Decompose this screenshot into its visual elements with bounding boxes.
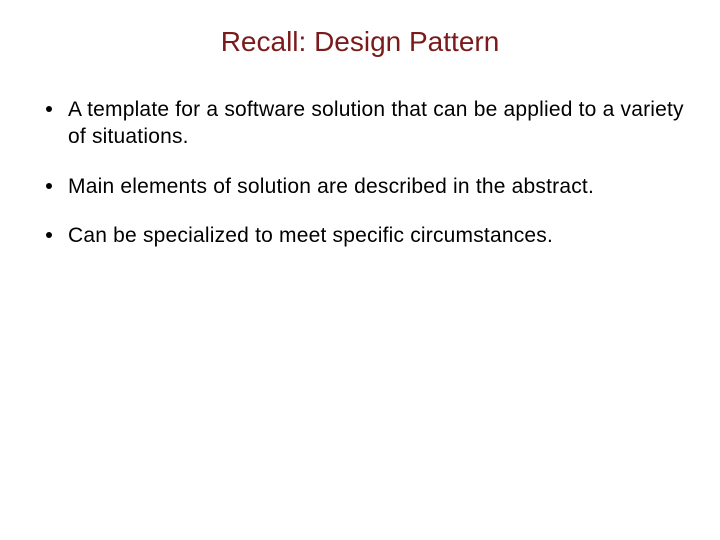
list-item: A template for a software solution that …	[36, 96, 684, 151]
bullet-list: A template for a software solution that …	[36, 96, 684, 249]
bullet-text: A template for a software solution that …	[68, 96, 684, 151]
bullet-icon	[46, 106, 52, 112]
slide-container: Recall: Design Pattern A template for a …	[0, 0, 720, 540]
bullet-text: Can be specialized to meet specific circ…	[68, 222, 553, 249]
bullet-text: Main elements of solution are described …	[68, 173, 594, 200]
list-item: Can be specialized to meet specific circ…	[36, 222, 684, 249]
list-item: Main elements of solution are described …	[36, 173, 684, 200]
bullet-icon	[46, 232, 52, 238]
slide-title: Recall: Design Pattern	[36, 26, 684, 58]
bullet-icon	[46, 183, 52, 189]
